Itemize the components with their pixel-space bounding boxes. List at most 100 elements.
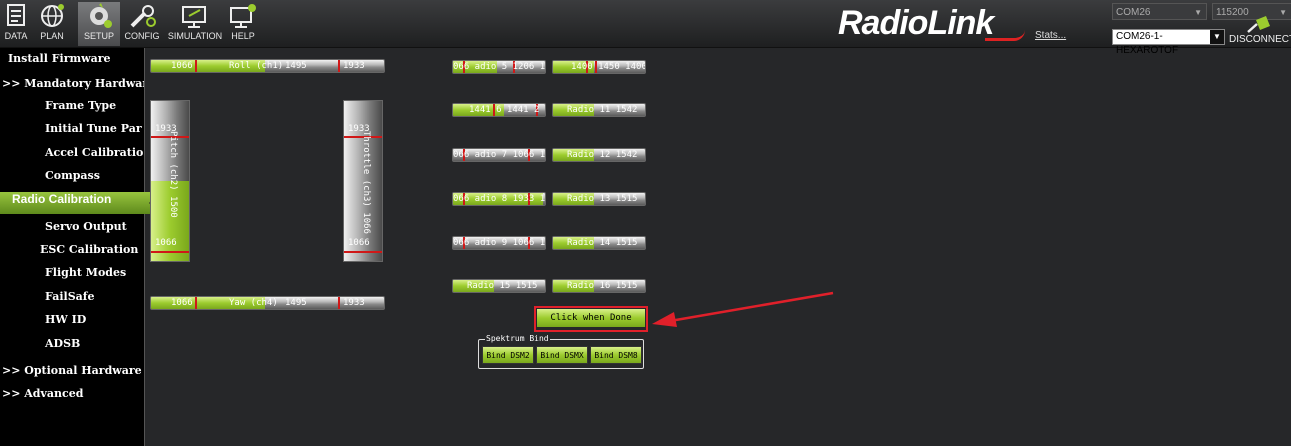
pitch-label-text: Pitch (ch2) xyxy=(168,131,178,191)
yaw-max-marker xyxy=(338,297,340,309)
radio-12-text: Radio 12 1542 xyxy=(567,150,638,160)
radio-6-text: 1441 6 1441 2 xyxy=(469,105,540,115)
roll-min-marker xyxy=(195,60,197,72)
setup-icon xyxy=(90,3,112,28)
yaw-max: 1933 xyxy=(343,298,365,308)
nav-plan-label: PLAN xyxy=(40,31,64,41)
yaw-label: Yaw (ch4) xyxy=(229,298,278,308)
nav-data-label: DATA xyxy=(4,31,28,41)
nav-setup-button[interactable]: SETUP xyxy=(78,2,120,46)
port-select[interactable]: COM26 ▼ xyxy=(1112,3,1207,20)
yaw-value: 1495 xyxy=(285,298,307,308)
radio-13-bar: Radio 13 1515 xyxy=(552,192,646,206)
bind-dsmx-button[interactable]: Bind DSMX xyxy=(536,346,588,364)
sidebar-item-compass[interactable]: Compass xyxy=(0,165,144,187)
monitor-icon xyxy=(182,6,206,28)
sidebar-item-servo-output[interactable]: Servo Output xyxy=(0,216,144,238)
roll-label: Roll (ch1) xyxy=(229,61,284,71)
radio-6-bar: 1441 6 1441 2 xyxy=(452,103,546,117)
pitch-bar: 1933 Pitch (ch2) 1500 1066 xyxy=(150,100,190,262)
plug-icon xyxy=(1247,16,1270,33)
throttle-value: 1066 xyxy=(361,212,371,234)
pitch-min-marker xyxy=(151,251,189,253)
radio-11-text: Radio 11 1542 xyxy=(567,105,638,115)
pitch-value: 1500 xyxy=(168,196,178,218)
sidebar-item-frame-type[interactable]: Frame Type xyxy=(0,95,144,117)
nav-config-button[interactable]: CONFIG xyxy=(122,2,162,46)
roll-max: 1933 xyxy=(343,61,365,71)
radio-9-text: 066 adio 9 1066 1933 xyxy=(453,238,546,248)
sidebar-item-adsb[interactable]: ADSB xyxy=(0,333,144,355)
pitch-label: Pitch (ch2) 1500 xyxy=(164,131,178,218)
sidebar-item-esc-calibration[interactable]: ESC Calibration xyxy=(0,239,144,261)
nav-setup-label: SETUP xyxy=(83,31,114,41)
radio-7-bar: 066 adio 7 1066 1933 xyxy=(452,148,546,162)
yaw-bar: 1066 Yaw (ch4) 1495 1933 xyxy=(150,296,385,310)
radio-10-text: 1400 1450 1400 xyxy=(571,62,646,72)
radio-11-bar: Radio 11 1542 xyxy=(552,103,646,117)
bind-dsm8-button[interactable]: Bind DSM8 xyxy=(590,346,642,364)
radio-13-text: Radio 13 1515 xyxy=(567,194,638,204)
data-icon xyxy=(7,4,25,26)
roll-max-marker xyxy=(338,60,340,72)
roll-bar: 1066 Roll (ch1) 1495 1933 xyxy=(150,59,385,73)
radio-5-text: 066 adio 5 1206 1306 xyxy=(453,62,546,72)
done-button-highlight: Click when Done xyxy=(534,306,648,332)
chevron-down-icon: ▼ xyxy=(1194,8,1202,17)
logo-swoosh xyxy=(985,30,1025,41)
sidebar-item-initial-tune[interactable]: Initial Tune Par xyxy=(0,118,144,140)
spektrum-bind-legend: Spektrum Bind xyxy=(485,334,550,343)
throttle-bar: 1933 Throttle (ch3) 1066 1066 xyxy=(343,100,383,262)
radio-15-text: Radio 15 1515 xyxy=(467,281,538,291)
radio-5-bar: 066 adio 5 1206 1306 xyxy=(452,60,546,74)
throttle-label-text: Throttle (ch3) xyxy=(361,131,371,207)
roll-min: 1066 xyxy=(171,61,193,71)
radio-8-bar: 066 adio 8 1933 1933 xyxy=(452,192,546,206)
radio-14-text: Radio 14 1515 xyxy=(567,238,638,248)
radiolink-logo: RadioLink xyxy=(838,4,994,42)
red-arrow-annotation xyxy=(652,291,834,327)
nav-data-button[interactable]: DATA xyxy=(2,2,30,46)
top-toolbar: DATA PLAN SETUP CONFIG SIMULATION HELP R… xyxy=(0,0,1291,56)
radio-9-bar: 066 adio 9 1066 1933 xyxy=(452,236,546,250)
setup-sidebar: Install Firmware >> Mandatory Hardware F… xyxy=(0,48,156,446)
throttle-bottom: 1066 xyxy=(348,238,370,248)
help-monitor-icon xyxy=(230,4,256,28)
sidebar-item-radio-calibration[interactable]: Radio Calibration xyxy=(0,192,156,214)
radio-7-text: 066 adio 7 1066 1933 xyxy=(453,150,546,160)
yaw-min: 1066 xyxy=(171,298,193,308)
click-when-done-button[interactable]: Click when Done xyxy=(537,309,645,327)
sidebar-item-failsafe[interactable]: FailSafe xyxy=(0,286,144,308)
pitch-bottom: 1066 xyxy=(155,238,177,248)
nav-help-label: HELP xyxy=(231,31,255,41)
radio-10-bar: 1400 1450 1400 xyxy=(552,60,646,74)
radio-14-bar: Radio 14 1515 xyxy=(552,236,646,250)
link-select[interactable]: COM26-1-HEXAROTOF ▼ xyxy=(1112,29,1225,56)
sidebar-item-install-firmware[interactable]: Install Firmware xyxy=(0,48,144,70)
throttle-label: Throttle (ch3) 1066 xyxy=(357,131,371,234)
chevron-down-icon: ▼ xyxy=(1210,30,1224,44)
radio-15-bar: Radio 15 1515 xyxy=(452,279,546,293)
nav-help-button[interactable]: HELP xyxy=(226,2,260,46)
port-value: COM26 xyxy=(1116,7,1151,18)
spektrum-bind-group: Spektrum Bind Bind DSM2 Bind DSMX Bind D… xyxy=(478,334,644,369)
sidebar-item-optional-hardware[interactable]: >> Optional Hardware xyxy=(0,360,144,382)
sidebar-item-accel-calibration[interactable]: Accel Calibratio xyxy=(0,142,144,164)
nav-simulation-label: SIMULATION xyxy=(167,31,223,41)
roll-value: 1495 xyxy=(285,61,307,71)
disconnect-button[interactable]: DISCONNECT xyxy=(1229,12,1291,45)
sidebar-item-flight-modes[interactable]: Flight Modes xyxy=(0,262,144,284)
bind-dsm2-button[interactable]: Bind DSM2 xyxy=(482,346,534,364)
nav-simulation-button[interactable]: SIMULATION xyxy=(164,2,226,46)
radio-12-bar: Radio 12 1542 xyxy=(552,148,646,162)
sidebar-item-hw-id[interactable]: HW ID xyxy=(0,309,144,331)
yaw-min-marker xyxy=(195,297,197,309)
wrench-icon xyxy=(130,5,156,28)
sidebar-item-advanced[interactable]: >> Advanced xyxy=(0,383,144,405)
disconnect-label: DISCONNECT xyxy=(1229,34,1291,45)
sidebar-item-mandatory-hardware[interactable]: >> Mandatory Hardware xyxy=(0,73,144,95)
link-value: COM26-1-HEXAROTOF xyxy=(1116,31,1179,56)
nav-plan-button[interactable]: PLAN xyxy=(32,2,72,46)
stats-link[interactable]: Stats... xyxy=(1035,30,1066,41)
radio-8-text: 066 adio 8 1933 1933 xyxy=(453,194,546,204)
